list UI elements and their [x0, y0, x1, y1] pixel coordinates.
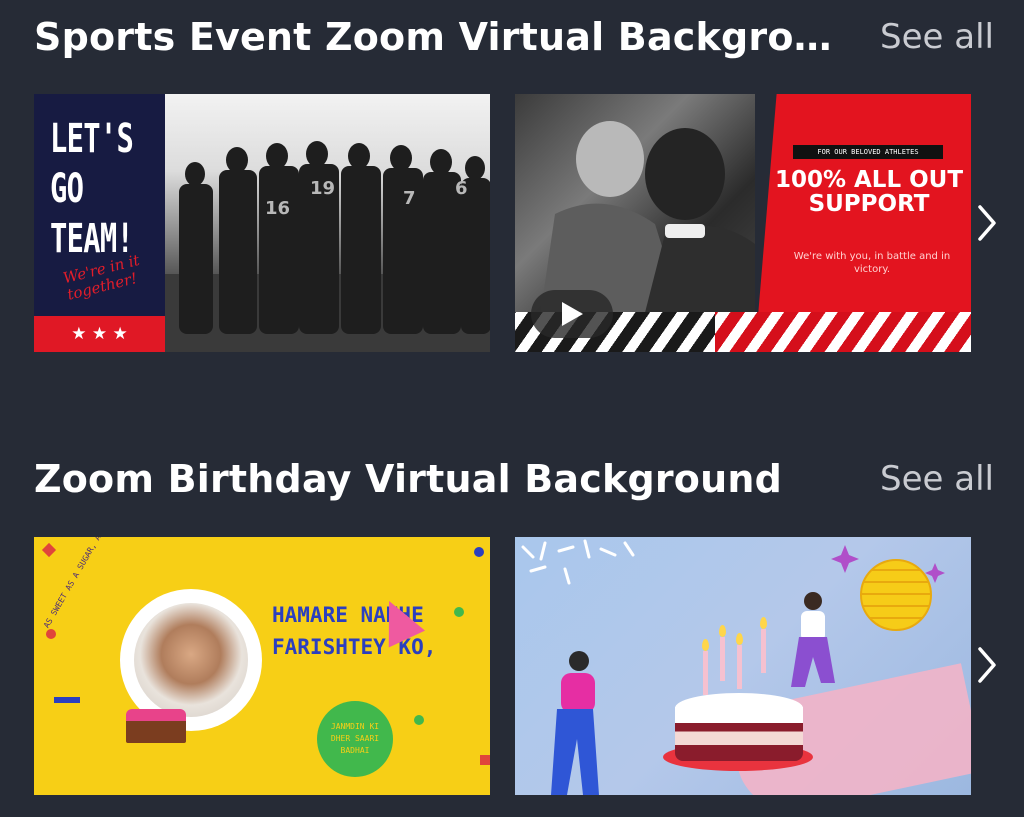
- flame: [702, 639, 709, 651]
- flame: [719, 625, 726, 637]
- card-headline: 100% ALL OUT SUPPORT: [774, 167, 964, 217]
- cake-frosting: [675, 693, 803, 723]
- candle: [761, 629, 766, 673]
- section-header: Zoom Birthday Virtual Background See all: [34, 454, 994, 504]
- star-icon: ★ ★ ★: [71, 324, 128, 344]
- candle: [720, 637, 725, 681]
- svg-text:19: 19: [310, 178, 335, 199]
- template-card-lets-go-team[interactable]: LET'S GO TEAM! We're in it together! ★ ★…: [34, 94, 490, 352]
- chevron-right-icon: [978, 205, 996, 241]
- cake-slice-illustration: [126, 709, 186, 743]
- card-headline: LET'S GO TEAM!: [50, 116, 134, 262]
- child-photo: [134, 603, 248, 717]
- see-all-link[interactable]: See all: [880, 459, 994, 499]
- card-badge: JANMDIN KI DHER SAARI BADHAI: [317, 701, 393, 777]
- candle: [737, 645, 742, 689]
- section-title[interactable]: Zoom Birthday Virtual Background: [34, 457, 782, 501]
- team-huddle-photo: 16 19 7 6: [165, 94, 490, 352]
- candle: [703, 651, 708, 695]
- confetti-shape: [480, 755, 490, 765]
- flame: [736, 633, 743, 645]
- card-tagline: FOR OUR BELOVED ATHLETES: [793, 145, 943, 159]
- play-icon: [562, 302, 583, 326]
- huddle-silhouettes: 16 19 7 6: [165, 141, 490, 352]
- svg-text:6: 6: [455, 178, 468, 199]
- section-header: Sports Event Zoom Virtual Backgrou... Se…: [34, 12, 994, 62]
- disco-ball-illustration: [860, 559, 932, 631]
- section-title[interactable]: Sports Event Zoom Virtual Backgrou...: [34, 15, 844, 59]
- confetti-shape: [414, 715, 424, 725]
- chevron-right-icon: [978, 647, 996, 683]
- svg-text:16: 16: [265, 198, 290, 219]
- carousel-next-button[interactable]: [970, 198, 1004, 248]
- see-all-link[interactable]: See all: [880, 17, 994, 57]
- party-person-illustration: [551, 651, 599, 795]
- flame: [760, 617, 767, 629]
- confetti-shape: [41, 542, 57, 558]
- template-card-birthday-yellow[interactable]: AS SWEET AS A SUGAR, AND AS COOL AS ICE,…: [34, 537, 490, 795]
- jumping-person-illustration: [791, 592, 835, 687]
- confetti-shape: [454, 607, 464, 617]
- template-card-birthday-blue[interactable]: [515, 537, 971, 795]
- confetti-shape: [474, 547, 484, 557]
- card-subline: We're with you, in battle and in victory…: [793, 251, 951, 275]
- svg-text:7: 7: [403, 188, 416, 209]
- confetti-shape: [54, 697, 80, 703]
- template-card-all-out-support[interactable]: FOR OUR BELOVED ATHLETES 100% ALL OUT SU…: [515, 94, 971, 352]
- carousel-next-button[interactable]: [970, 640, 1004, 690]
- card-star-strip: ★ ★ ★: [34, 316, 165, 352]
- play-button[interactable]: [531, 290, 613, 338]
